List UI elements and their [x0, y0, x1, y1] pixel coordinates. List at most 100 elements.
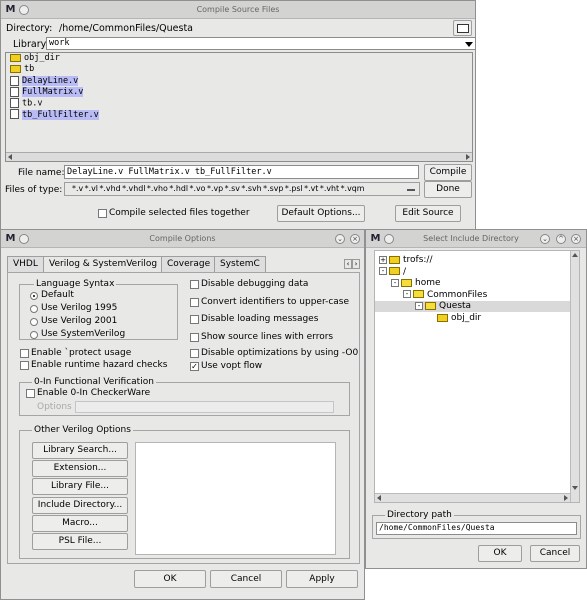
- options-input[interactable]: [75, 401, 334, 413]
- radio-verilog-2001[interactable]: [30, 318, 38, 326]
- minimize-icon[interactable]: ⌄: [335, 234, 345, 244]
- scroll-right-icon[interactable]: [564, 495, 568, 501]
- tree-node[interactable]: - home: [391, 278, 441, 289]
- convert-uppercase-checkbox[interactable]: [190, 298, 199, 307]
- collapse-icon[interactable]: -: [403, 290, 411, 299]
- directory-tree[interactable]: + trofs://- / - home - CommonFiles - Questa obj_d…: [374, 250, 580, 503]
- options-cancel-button[interactable]: Cancel: [210, 570, 282, 588]
- radio-verilog-1995[interactable]: [30, 305, 38, 313]
- compile-titlebar[interactable]: M Compile Source Files: [1, 1, 475, 19]
- filetype-value: *.v *.vl *.vhd *.vhdl *.vho *.hdl *.vo *…: [72, 184, 365, 193]
- collapse-icon[interactable]: -: [379, 267, 387, 276]
- radio-systemverilog[interactable]: [30, 331, 38, 339]
- default-options-button[interactable]: Default Options...: [277, 205, 365, 222]
- enable-protect-checkbox[interactable]: [20, 349, 29, 358]
- tree-node[interactable]: - CommonFiles: [403, 290, 487, 301]
- horizontal-scrollbar[interactable]: [6, 152, 472, 161]
- file-icon: [10, 86, 19, 97]
- macro-button[interactable]: Macro...: [32, 515, 128, 532]
- scroll-left-icon[interactable]: [377, 495, 381, 501]
- done-button[interactable]: Done: [424, 181, 472, 198]
- library-search-button[interactable]: Library Search...: [32, 442, 128, 459]
- directory-path-input[interactable]: /home/CommonFiles/Questa: [376, 522, 577, 535]
- disable-loading-label: Disable loading messages: [201, 314, 319, 324]
- maximize-icon[interactable]: ^: [556, 234, 566, 244]
- file-list-item[interactable]: FullMatrix.v: [7, 86, 472, 98]
- tab-scroll-right-icon[interactable]: ›: [352, 259, 360, 269]
- expand-icon[interactable]: +: [379, 255, 387, 264]
- language-syntax-title: Language Syntax: [34, 279, 117, 289]
- options-titlebar[interactable]: M Compile Options ⌄ ×: [1, 230, 364, 248]
- close-icon[interactable]: ×: [350, 234, 360, 244]
- file-list-item[interactable]: tb.v: [7, 98, 472, 109]
- tree-horizontal-scrollbar[interactable]: [375, 493, 570, 502]
- scroll-left-icon[interactable]: [8, 154, 12, 160]
- other-options-list[interactable]: [135, 442, 336, 555]
- compile-options-window: M Compile Options ⌄ × VHDL Verilog & Sys…: [0, 229, 365, 600]
- tab-scroll-left-icon[interactable]: ‹: [344, 259, 352, 269]
- tree-node-label: obj_dir: [451, 313, 482, 323]
- filename-label: File name:: [18, 168, 65, 178]
- close-icon[interactable]: ×: [571, 234, 581, 244]
- collapse-icon[interactable]: -: [391, 278, 399, 287]
- file-list-item[interactable]: tb_FullFilter.v: [7, 109, 472, 120]
- scroll-right-icon[interactable]: [466, 154, 470, 160]
- file-name: tb: [24, 64, 35, 75]
- enable-hazard-label: Enable runtime hazard checks: [31, 360, 168, 370]
- minimize-icon[interactable]: ⌄: [540, 234, 550, 244]
- library-file-button[interactable]: Library File...: [32, 478, 128, 495]
- radio-default-label: Default: [41, 290, 74, 300]
- tab-verilog[interactable]: Verilog & SystemVerilog: [43, 256, 164, 273]
- include-titlebar[interactable]: M Select Include Directory ⌄ ^ ×: [366, 230, 586, 248]
- disable-loading-checkbox[interactable]: [190, 315, 199, 324]
- radio-default[interactable]: [30, 292, 38, 300]
- include-cancel-button[interactable]: Cancel: [530, 545, 580, 562]
- tab-coverage[interactable]: Coverage: [161, 256, 217, 272]
- edit-source-button[interactable]: Edit Source: [395, 205, 461, 222]
- new-folder-button[interactable]: [453, 20, 472, 36]
- file-list-item[interactable]: obj_dir: [7, 53, 472, 64]
- file-list-item[interactable]: tb: [7, 64, 472, 75]
- extension-button[interactable]: Extension...: [32, 460, 128, 477]
- tree-node[interactable]: + trofs://: [379, 255, 433, 266]
- use-vopt-checkbox[interactable]: ✓: [190, 362, 199, 371]
- tree-node[interactable]: - Questa: [375, 301, 570, 313]
- include-directory-window: M Select Include Directory ⌄ ^ × + trofs:…: [365, 229, 587, 569]
- tree-vertical-scrollbar[interactable]: [570, 251, 579, 502]
- combobox-indicator-icon: [407, 189, 415, 191]
- filename-input[interactable]: DelayLine.v FullMatrix.v tb_FullFilter.v: [64, 165, 419, 179]
- compile-together-checkbox[interactable]: [98, 209, 107, 218]
- tree-node[interactable]: - /: [379, 267, 406, 278]
- window-menu-icon[interactable]: [384, 234, 394, 244]
- scroll-up-icon[interactable]: [572, 253, 578, 257]
- tree-node-label: /: [403, 266, 407, 277]
- include-directory-button[interactable]: Include Directory...: [32, 497, 128, 514]
- options-apply-button[interactable]: Apply: [286, 570, 358, 588]
- file-name: obj_dir: [24, 53, 60, 63]
- include-ok-button[interactable]: OK: [478, 545, 522, 562]
- compile-button[interactable]: Compile: [424, 164, 472, 181]
- enable-checkerware-checkbox[interactable]: [26, 389, 35, 398]
- enable-protect-label: Enable `protect usage: [31, 348, 132, 358]
- filetype-combobox[interactable]: *.v *.vl *.vhd *.vhdl *.vho *.hdl *.vo *…: [64, 182, 420, 196]
- radio-systemverilog-label: Use SystemVerilog: [41, 329, 126, 339]
- file-name: FullMatrix.v: [22, 87, 84, 98]
- convert-uppercase-label: Convert identifiers to upper-case: [201, 297, 350, 307]
- tab-systemc[interactable]: SystemC: [214, 256, 266, 272]
- tab-vhdl[interactable]: VHDL: [7, 256, 44, 272]
- library-value: work: [49, 38, 70, 48]
- disable-optimizations-checkbox[interactable]: [190, 349, 199, 358]
- compile-source-files-window: M Compile Source Files Directory: /home/…: [0, 0, 476, 230]
- library-combobox[interactable]: work: [46, 37, 476, 50]
- scroll-down-icon[interactable]: [572, 486, 578, 490]
- file-name: tb.v: [22, 98, 43, 109]
- psl-file-button[interactable]: PSL File...: [32, 533, 128, 550]
- collapse-icon[interactable]: -: [415, 301, 423, 310]
- tree-node[interactable]: obj_dir: [427, 313, 481, 324]
- enable-hazard-checkbox[interactable]: [20, 361, 29, 370]
- file-list[interactable]: obj_dir tb DelayLine.v FullMatrix.v tb.v tb_F…: [5, 52, 473, 162]
- show-source-lines-checkbox[interactable]: [190, 333, 199, 342]
- options-ok-button[interactable]: OK: [134, 570, 206, 588]
- file-list-item[interactable]: DelayLine.v: [7, 75, 472, 87]
- disable-debugging-checkbox[interactable]: [190, 280, 199, 289]
